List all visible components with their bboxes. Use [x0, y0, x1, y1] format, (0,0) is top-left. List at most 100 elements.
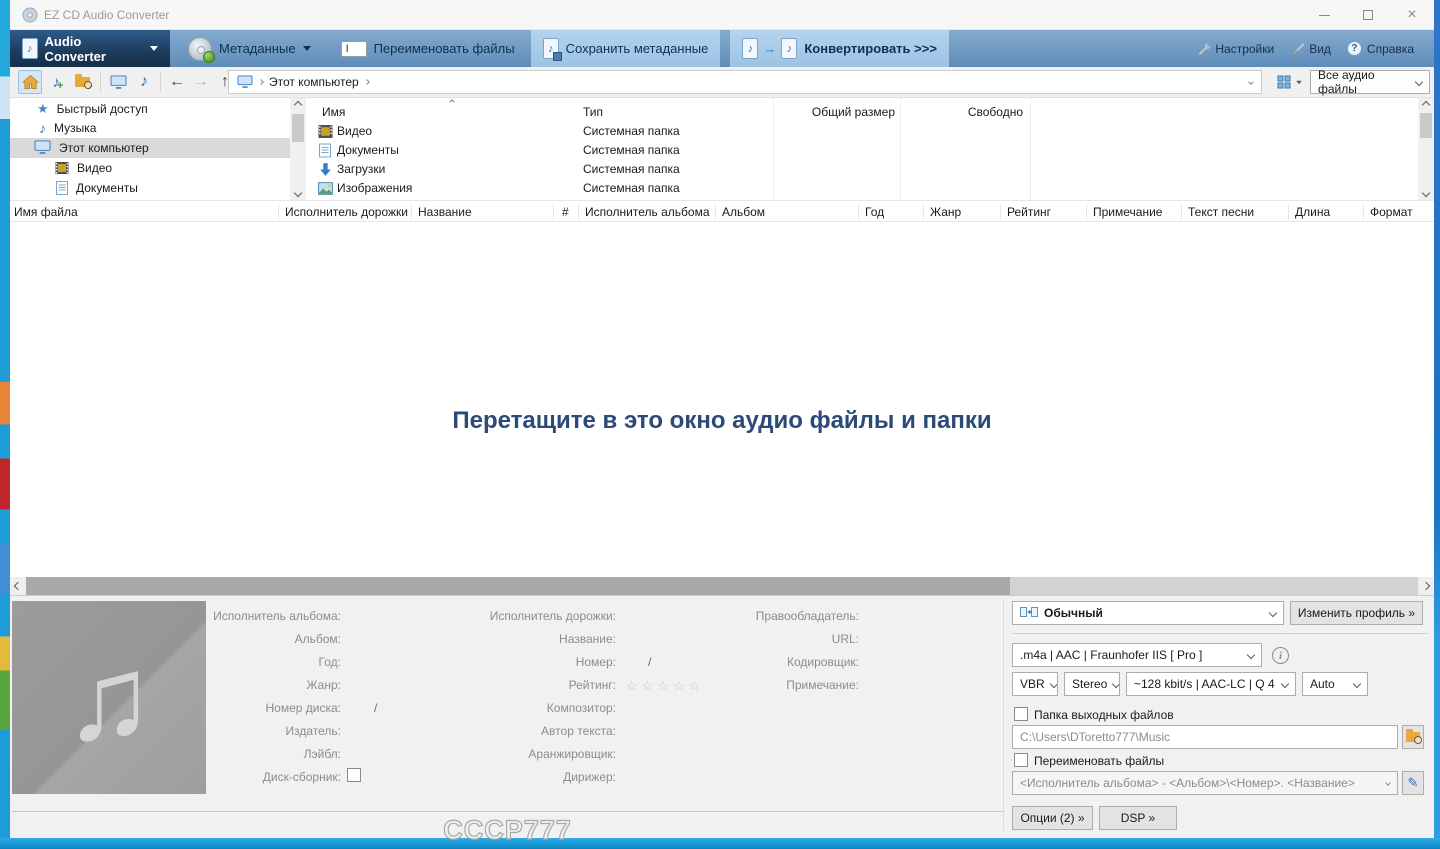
sidebar-item-video[interactable]: Видео: [55, 158, 112, 177]
music-view-button[interactable]: ♪: [132, 70, 156, 94]
rename-files-checkbox[interactable]: [1014, 753, 1028, 767]
track-column-genre[interactable]: Жанр: [930, 205, 961, 219]
track-column-album-artist[interactable]: Исполнитель альбома: [585, 205, 710, 219]
scrollbar-thumb[interactable]: [26, 577, 1010, 595]
file-filter-dropdown[interactable]: Все аудио файлы: [1310, 70, 1430, 94]
save-metadata-icon: ♪: [543, 38, 559, 59]
track-column-track-artist[interactable]: Исполнитель дорожки: [285, 205, 408, 219]
dsp-button[interactable]: DSP »: [1099, 806, 1177, 830]
convert-button[interactable]: ♪ → ♪ Конвертировать >>>: [730, 30, 949, 67]
close-button[interactable]: ×: [1390, 0, 1434, 30]
profile-dropdown[interactable]: Обычный: [1012, 601, 1284, 625]
settings-button[interactable]: Настройки: [1190, 42, 1280, 56]
bottom-panel: ♫ Исполнитель альбома: Альбом: Год: Жанр…: [10, 595, 1434, 838]
scroll-left-icon[interactable]: [10, 577, 26, 595]
back-button[interactable]: ←: [166, 70, 188, 94]
track-column-comment[interactable]: Примечание: [1093, 205, 1162, 219]
output-folder-field[interactable]: C:\Users\DToretto777\Music: [1012, 725, 1398, 749]
track-column-filename[interactable]: Имя файла: [14, 205, 78, 219]
file-filter-value: Все аудио файлы: [1318, 68, 1416, 96]
scrollbar-thumb[interactable]: [292, 114, 304, 142]
view-mode-button[interactable]: [1272, 71, 1308, 93]
tree-scrollbar[interactable]: [290, 98, 306, 200]
drop-target-area[interactable]: Перетащите в это окно аудио файлы и папк…: [10, 222, 1434, 577]
track-column-rating[interactable]: Рейтинг: [1007, 205, 1051, 219]
column-header-total-size[interactable]: Общий размер: [773, 105, 895, 119]
audio-converter-menu-button[interactable]: ♪ Audio Converter: [10, 30, 170, 67]
computer-view-button[interactable]: [106, 70, 130, 94]
output-folder-path: C:\Users\DToretto777\Music: [1020, 730, 1170, 744]
column-header-name[interactable]: Имя: [322, 105, 345, 119]
grid-view-icon: [1277, 75, 1291, 89]
column-separator: [1086, 204, 1087, 220]
save-metadata-button[interactable]: ♪ Сохранить метаданные: [531, 30, 721, 67]
horizontal-scrollbar[interactable]: [10, 577, 1434, 595]
column-header-free[interactable]: Свободно: [900, 105, 1023, 119]
output-folder-checkbox[interactable]: [1014, 707, 1028, 721]
toolbar-right-group: Настройки Вид ? Справка: [1190, 30, 1434, 67]
add-folder-icon: [75, 77, 90, 87]
format-dropdown[interactable]: .m4a | AAC | Fraunhofer IIS [ Pro ]: [1012, 643, 1262, 667]
chevron-down-icon: [1415, 78, 1423, 86]
bitrate-dropdown[interactable]: ~128 kbit/s | AAC-LC | Q 4: [1126, 672, 1296, 696]
track-columns-header: Имя файла Исполнитель дорожки Название #…: [10, 200, 1434, 222]
field-label-year: Год:: [141, 655, 341, 669]
sidebar-item-documents[interactable]: Документы: [56, 178, 138, 197]
column-header-type[interactable]: Тип: [583, 105, 603, 119]
rename-pattern-dropdown[interactable]: <Исполнитель альбома> - <Альбом>\<Номер>…: [1012, 771, 1398, 795]
help-button[interactable]: ? Справка: [1341, 41, 1420, 56]
scroll-up-icon[interactable]: [1418, 98, 1434, 112]
bitrate-mode-dropdown[interactable]: VBR: [1012, 672, 1058, 696]
home-button[interactable]: [18, 70, 42, 94]
metadata-label: Метаданные: [219, 41, 296, 56]
sidebar-item-music[interactable]: ♪ Музыка: [39, 118, 96, 137]
browse-folder-button[interactable]: [1402, 725, 1424, 749]
minimize-button[interactable]: [1302, 0, 1346, 30]
help-icon: ?: [1347, 41, 1362, 56]
sidebar-item-this-pc[interactable]: Этот компьютер: [34, 138, 149, 157]
brush-icon: [1290, 42, 1304, 56]
scroll-right-icon[interactable]: [1418, 577, 1434, 595]
column-separator: [1000, 204, 1001, 220]
breadcrumb-separator-icon: [364, 79, 370, 85]
breadcrumb-dropdown-icon[interactable]: [1248, 79, 1254, 85]
compilation-checkbox[interactable]: [347, 768, 361, 782]
track-column-format[interactable]: Формат: [1370, 205, 1413, 219]
options-button[interactable]: Опции (2) »: [1012, 806, 1093, 830]
add-folder-button[interactable]: +: [72, 70, 96, 94]
convert-label: Конвертировать >>>: [804, 41, 937, 56]
track-column-album[interactable]: Альбом: [722, 205, 765, 219]
field-label-genre: Жанр:: [141, 678, 341, 692]
sidebar-item-quick-access[interactable]: ★ Быстрый доступ: [37, 99, 148, 118]
add-audio-files-button[interactable]: ♪ +: [46, 70, 70, 94]
track-column-length[interactable]: Длина: [1295, 205, 1330, 219]
track-column-lyrics[interactable]: Текст песни: [1188, 205, 1254, 219]
edit-profile-button[interactable]: Изменить профиль »: [1290, 601, 1423, 625]
scroll-down-icon[interactable]: [290, 186, 306, 200]
file-browser: ★ Быстрый доступ ♪ Музыка Этот компьютер: [10, 98, 1434, 200]
track-column-title[interactable]: Название: [418, 205, 472, 219]
channels-dropdown[interactable]: Stereo: [1064, 672, 1120, 696]
breadcrumb[interactable]: Этот компьютер: [228, 70, 1262, 94]
forward-button[interactable]: →: [190, 70, 212, 94]
edit-pattern-button[interactable]: ✎: [1402, 771, 1424, 795]
file-list-scrollbar[interactable]: [1418, 98, 1434, 200]
track-column-number[interactable]: #: [562, 205, 569, 219]
drop-hint-text: Перетащите в это окно аудио файлы и папк…: [10, 407, 1434, 435]
scroll-up-icon[interactable]: [290, 98, 306, 112]
format-info-icon[interactable]: i: [1272, 647, 1289, 664]
scroll-down-icon[interactable]: [1418, 186, 1434, 200]
album-art-placeholder: ♫: [12, 601, 206, 794]
field-label-url: URL:: [659, 632, 859, 646]
sample-rate-dropdown[interactable]: Auto: [1302, 672, 1368, 696]
maximize-button[interactable]: [1346, 0, 1390, 30]
rename-files-button[interactable]: I Переименовать файлы: [329, 30, 527, 67]
breadcrumb-item-this-pc[interactable]: Этот компьютер: [269, 75, 359, 89]
chevron-down-icon: [1269, 609, 1277, 617]
metadata-menu-button[interactable]: Метаданные: [176, 30, 323, 67]
home-icon: [22, 74, 39, 90]
track-column-year[interactable]: Год: [865, 205, 884, 219]
field-label-title: Название:: [416, 632, 616, 646]
view-button[interactable]: Вид: [1284, 42, 1337, 56]
scrollbar-thumb[interactable]: [1420, 113, 1432, 138]
